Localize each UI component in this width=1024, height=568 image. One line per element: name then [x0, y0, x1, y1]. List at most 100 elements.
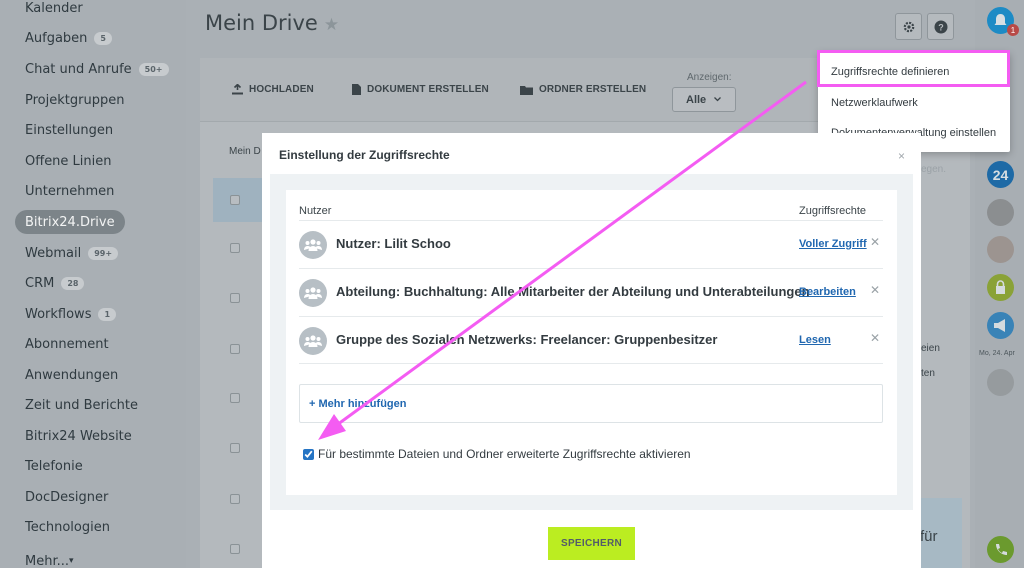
contact-avatar[interactable]: [987, 236, 1014, 263]
permissions-card: Nutzer Zugriffsrechte Nutzer: Lilit Scho…: [286, 190, 897, 495]
page-title-text: Mein Drive: [205, 11, 318, 35]
phone-icon: [996, 544, 1007, 555]
svg-text:?: ?: [938, 22, 944, 32]
row-checkbox[interactable]: [230, 393, 240, 403]
chevron-down-icon: [714, 97, 722, 102]
create-folder-label: ORDNER ERSTELLEN: [539, 84, 647, 95]
permission-level-link[interactable]: Voller Zugriff: [799, 238, 867, 250]
settings-gear-button[interactable]: [895, 13, 922, 40]
sidebar-item[interactable]: Workflows 1: [25, 302, 117, 326]
sidebar-item[interactable]: CRM 28: [25, 271, 85, 295]
column-header-user: Nutzer: [299, 205, 332, 217]
favorite-star-icon[interactable]: ★: [324, 15, 339, 35]
sidebar-item[interactable]: Technologien: [25, 515, 110, 539]
sidebar-item[interactable]: Bitrix24.Drive: [15, 210, 125, 234]
video-chat-button[interactable]: [987, 312, 1014, 339]
close-icon[interactable]: ×: [898, 149, 905, 163]
sidebar-item-label: Chat und Anrufe: [25, 61, 132, 77]
page-title: Mein Drive ★: [205, 11, 339, 35]
sidebar-item[interactable]: Kalender: [25, 0, 83, 20]
permission-row: Abteilung: Buchhaltung: Alle Mitarbeiter…: [299, 268, 883, 316]
create-folder-button[interactable]: ORDNER ERSTELLEN: [520, 84, 646, 95]
sidebar-item-label: DocDesigner: [25, 489, 109, 505]
background-text-fragment: ten: [921, 368, 935, 379]
permission-subject: Abteilung: Buchhaltung: Alle Mitarbeiter…: [336, 284, 810, 299]
sidebar-item-label: Einstellungen: [25, 122, 114, 138]
phone-button[interactable]: [987, 536, 1014, 563]
lock-chat-button[interactable]: [987, 274, 1014, 301]
show-filter-label: Anzeigen:: [687, 72, 732, 83]
permission-level-link[interactable]: Lesen: [799, 334, 831, 346]
background-text-fragment: eien: [921, 343, 940, 354]
sidebar-item-label: Mehr...: [25, 553, 70, 568]
gear-icon: [903, 21, 914, 32]
sidebar-item[interactable]: Anwendungen: [25, 363, 118, 387]
contact-avatar[interactable]: [987, 369, 1014, 396]
group-avatar-icon: [299, 231, 327, 259]
row-checkbox[interactable]: [230, 195, 240, 205]
row-checkbox[interactable]: [230, 544, 240, 554]
permission-row: Nutzer: Lilit Schoo Voller Zugriff ✕: [299, 220, 883, 268]
sidebar-item-label: Projektgruppen: [25, 92, 125, 108]
background-text-fragment: für: [920, 528, 938, 545]
sidebar-item[interactable]: Webmail 99+: [25, 241, 119, 265]
date-label: Mo, 24. Apr: [979, 350, 1015, 357]
background-text-fragment: egen.: [921, 164, 947, 175]
group-avatar-icon: [299, 279, 327, 307]
sidebar-item[interactable]: Abonnement: [25, 332, 109, 356]
upload-icon: [232, 84, 243, 95]
sidebar-item-label: Telefonie: [25, 458, 83, 474]
contact-avatar[interactable]: [987, 199, 1014, 226]
extended-rights-label: Für bestimmte Dateien und Ordner erweite…: [318, 447, 691, 461]
sidebar-item-label: Offene Linien: [25, 153, 112, 169]
sidebar-item[interactable]: DocDesigner: [25, 485, 108, 509]
row-checkbox[interactable]: [230, 494, 240, 504]
dialog-title: Einstellung der Zugriffsrechte: [279, 148, 450, 162]
sidebar-item-label: Zeit und Berichte: [25, 397, 138, 413]
sidebar-item-label: Bitrix24.Drive: [25, 214, 115, 230]
create-document-label: DOKUMENT ERSTELLEN: [367, 84, 489, 95]
sidebar-item[interactable]: Aufgaben 5: [25, 26, 112, 50]
remove-icon[interactable]: ✕: [870, 331, 880, 345]
sidebar-item[interactable]: Unternehmen: [25, 179, 114, 203]
upload-button[interactable]: HOCHLADEN: [232, 84, 314, 95]
sidebar-item[interactable]: Zeit und Berichte: [25, 393, 138, 417]
help-button[interactable]: ?: [927, 13, 954, 40]
highlight-box: [817, 50, 1010, 87]
row-checkbox[interactable]: [230, 243, 240, 253]
sidebar-item-label: Anwendungen: [25, 367, 119, 383]
sidebar-item-label: Aufgaben: [25, 30, 88, 46]
lock-icon: [996, 280, 1005, 294]
sidebar-item[interactable]: Chat und Anrufe 50+: [25, 57, 169, 81]
save-button[interactable]: SPEICHERN: [548, 527, 635, 560]
show-filter-select[interactable]: Alle: [672, 87, 736, 112]
sidebar-item-counter: 50+: [138, 62, 169, 76]
sidebar-item[interactable]: Bitrix24 Website: [25, 424, 132, 448]
help-icon: ?: [934, 20, 947, 33]
extended-rights-option[interactable]: Für bestimmte Dateien und Ordner erweite…: [303, 447, 691, 461]
add-more-button[interactable]: + Mehr hinzufügen: [299, 384, 883, 423]
remove-icon[interactable]: ✕: [870, 235, 880, 249]
row-checkbox[interactable]: [230, 344, 240, 354]
megaphone-icon: [994, 319, 1005, 332]
create-document-button[interactable]: DOKUMENT ERSTELLEN: [352, 84, 489, 95]
sidebar-item-label: Technologien: [25, 519, 110, 535]
permission-level-link[interactable]: Bearbeiten: [799, 286, 856, 298]
sidebar-item[interactable]: Offene Linien: [25, 149, 112, 173]
extended-rights-checkbox[interactable]: [303, 448, 314, 460]
permission-subject: Gruppe des Sozialen Netzwerks: Freelance…: [336, 332, 718, 347]
sidebar-item-label: Abonnement: [25, 336, 109, 352]
remove-icon[interactable]: ✕: [870, 283, 880, 297]
row-checkbox[interactable]: [230, 443, 240, 453]
sidebar-item-label: Workflows: [25, 306, 92, 322]
sidebar-item[interactable]: Projektgruppen: [25, 88, 124, 112]
menu-item-network-drive[interactable]: Netzwerklaufwerk: [831, 97, 918, 109]
permission-row: Gruppe des Sozialen Netzwerks: Freelance…: [299, 316, 883, 364]
row-checkbox[interactable]: [230, 293, 240, 303]
sidebar-item[interactable]: Telefonie: [25, 454, 83, 478]
sidebar-item[interactable]: Einstellungen: [25, 118, 113, 142]
sidebar-item-counter: 1: [98, 307, 117, 321]
sidebar-item[interactable]: Mehr... ▾: [25, 549, 74, 568]
bitrix24-button[interactable]: 24: [987, 161, 1014, 188]
sidebar-item-counter: 99+: [88, 246, 119, 260]
